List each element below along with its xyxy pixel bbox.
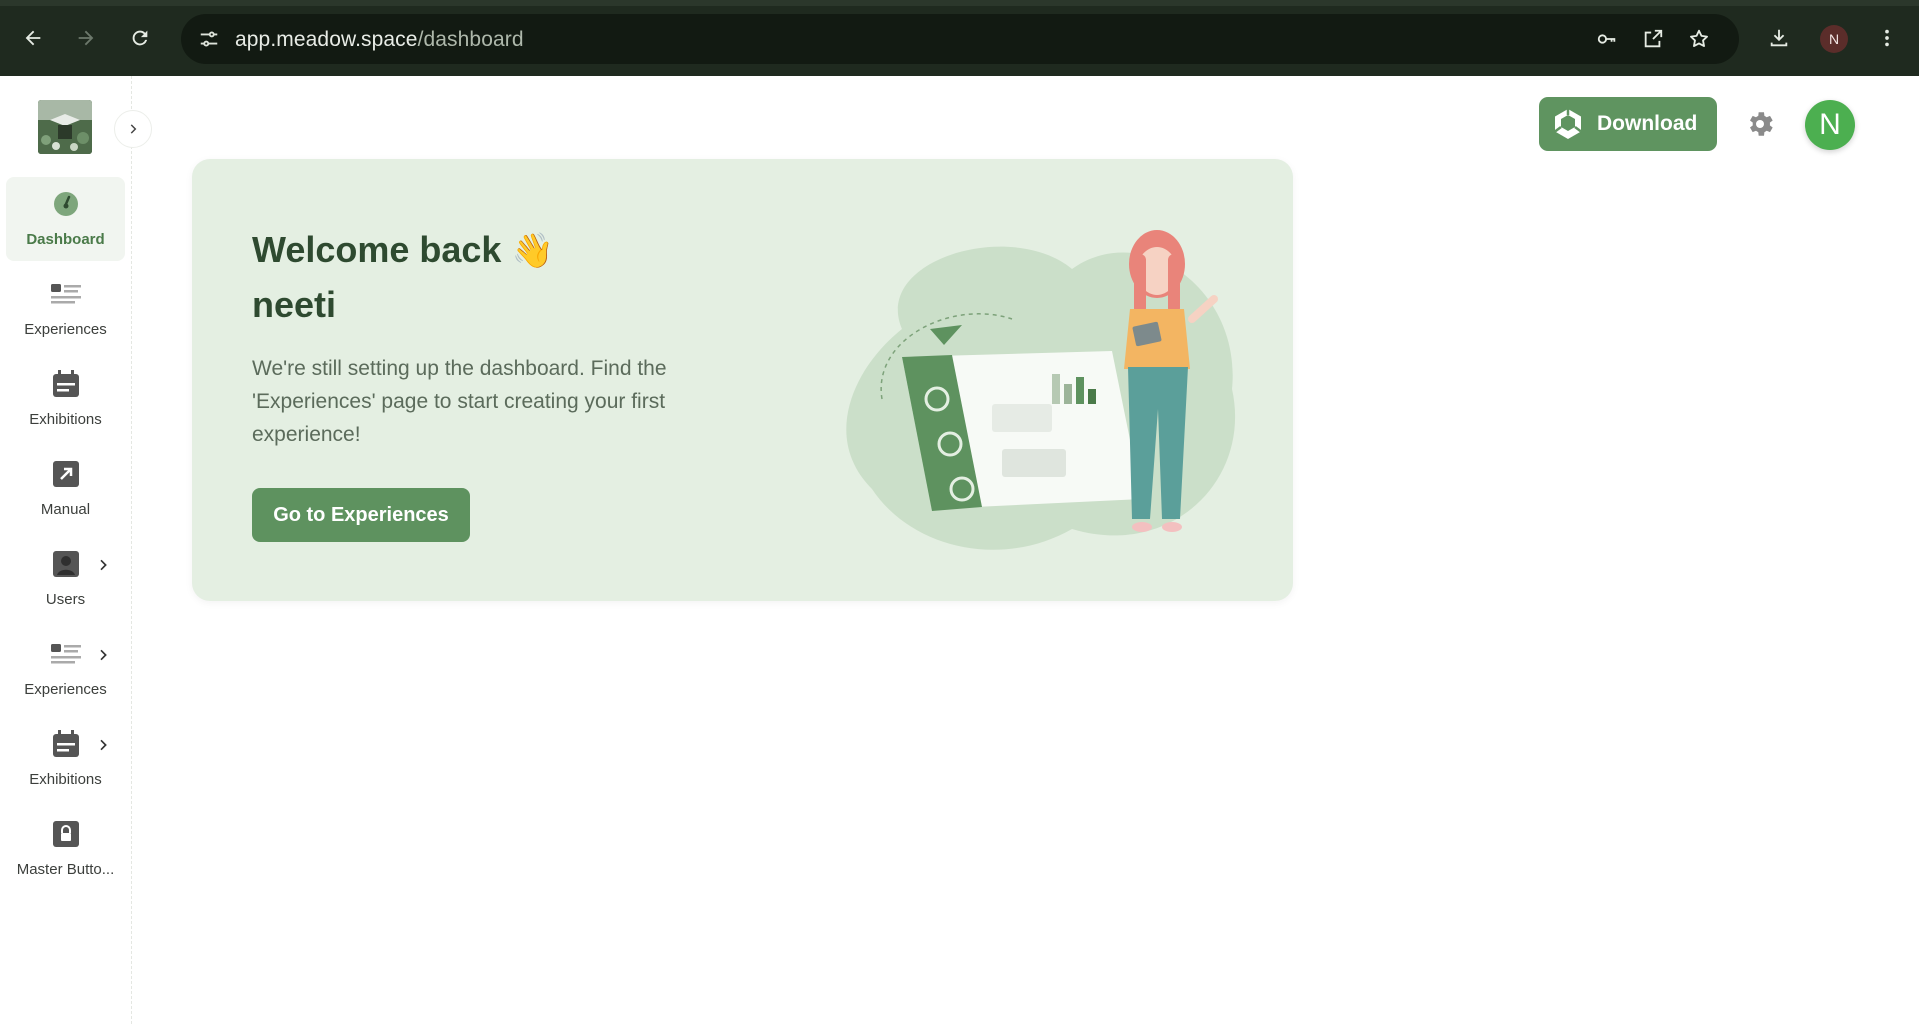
welcome-title-text: Welcome back [252,229,502,270]
reload-button[interactable] [120,18,160,58]
unity-logo-icon [1554,109,1582,139]
more-vert-icon [1885,29,1889,47]
reload-icon [132,30,148,46]
user-avatar[interactable]: N [1805,100,1855,150]
url-domain: app.meadow.space [235,28,418,51]
calendar-icon [51,729,81,759]
download-button-label: Download [1597,112,1698,135]
bookmark-star-icon[interactable] [1683,23,1715,55]
gear-icon [1750,112,1773,136]
site-info-icon[interactable] [193,23,225,55]
gauge-icon [51,189,81,219]
browser-profile-avatar[interactable]: N [1820,25,1848,53]
browser-toolbar: app.meadow.space/dashboard N [0,0,1919,76]
downloads-button[interactable] [1759,18,1799,58]
sidebar-item-label: Exhibitions [29,411,102,428]
app-root: Dashboard Experiences Exhibitions Manual [0,76,1919,1024]
chevron-right-icon[interactable] [95,557,111,573]
user-icon [51,549,81,579]
sidebar-item-master-buttons[interactable]: Master Butto... [6,807,125,891]
arrow-left-icon [25,30,41,46]
sidebar-item-label: Manual [40,501,91,518]
download-button[interactable]: Download [1539,97,1717,151]
forward-button[interactable] [66,18,106,58]
sidebar-item-experiences-group[interactable]: Experiences [6,627,125,711]
sidebar-item-label: Exhibitions [29,771,102,788]
sidebar-item-exhibitions[interactable]: Exhibitions [6,357,125,441]
tab-strip-edge [0,0,1919,6]
sidebar-item-exhibitions-group[interactable]: Exhibitions [6,717,125,801]
chevron-right-icon [130,124,137,134]
welcome-message: We're still setting up the dashboard. Fi… [252,357,667,446]
open-in-app-icon[interactable] [1637,23,1669,55]
chevron-right-icon[interactable] [95,737,111,753]
app-logo[interactable] [38,100,92,154]
sidebar-item-label: Master Butto... [16,861,115,878]
back-button[interactable] [13,18,53,58]
welcome-card: Welcome back 👋 neeti We're still setting … [192,159,1293,601]
settings-button[interactable] [1742,106,1778,142]
dashboard-illustration [846,230,1236,550]
external-link-icon [51,459,81,489]
sidebar-item-manual[interactable]: Manual [6,447,125,531]
waving-hand-icon: 👋 [511,232,554,270]
welcome-username: neeti [252,284,337,325]
sidebar-item-users[interactable]: Users [6,537,125,621]
sidebar-item-label: Users [45,591,86,608]
sidebar-item-dashboard[interactable]: Dashboard [6,177,125,261]
list-icon [50,639,81,669]
welcome-heading: Welcome back 👋 [252,223,554,278]
address-bar[interactable]: app.meadow.space/dashboard [181,14,1739,64]
lock-icon [51,819,81,849]
sidebar-expand-button[interactable] [114,110,152,148]
sidebar: Dashboard Experiences Exhibitions Manual [0,76,152,1024]
calendar-icon [51,369,81,399]
go-to-experiences-button[interactable]: Go to Experiences [252,488,470,542]
url-path: /dashboard [417,28,524,51]
sidebar-item-label: Dashboard [26,231,105,248]
sidebar-item-label: Experiences [24,321,107,338]
sidebar-item-label: Experiences [24,681,107,698]
download-tray-icon [1770,29,1788,47]
browser-menu-button[interactable] [1867,18,1907,58]
sidebar-item-experiences[interactable]: Experiences [6,267,125,351]
chevron-right-icon[interactable] [95,647,111,663]
arrow-right-icon [78,30,94,46]
list-icon [50,279,81,309]
url-text[interactable]: app.meadow.space/dashboard [235,28,524,52]
password-key-icon[interactable] [1591,23,1623,55]
